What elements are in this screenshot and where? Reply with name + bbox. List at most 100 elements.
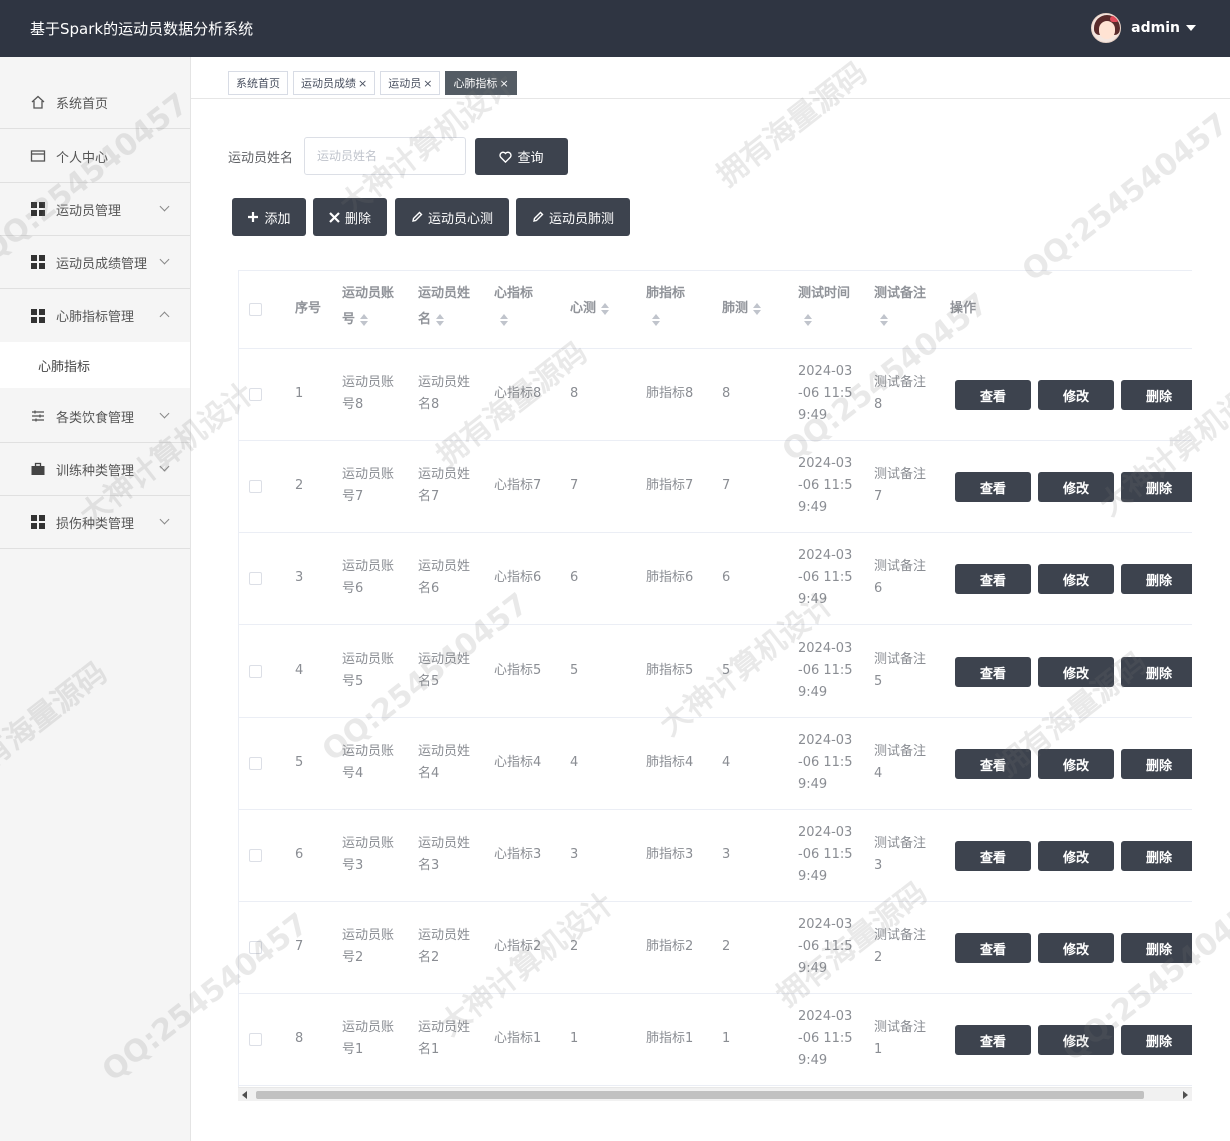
sidebar-item-injury[interactable]: 损伤种类管理: [0, 496, 190, 549]
row-delete-button[interactable]: 删除: [1121, 933, 1192, 963]
cell-test-note: 测试备注 6: [874, 559, 927, 596]
row-checkbox[interactable]: [249, 849, 262, 862]
sidebar-item-label: 各类饮食管理: [56, 410, 135, 426]
sidebar-item-diet[interactable]: 各类饮食管理: [0, 390, 190, 443]
cell-test-time: 2024-03 -06 11:5 9:49: [798, 548, 853, 607]
select-all-checkbox[interactable]: [249, 303, 262, 316]
lung-test-button[interactable]: 运动员肺测: [516, 198, 630, 236]
cell-lung-test: 6: [722, 570, 731, 585]
row-delete-button[interactable]: 删除: [1121, 749, 1192, 779]
user-menu[interactable]: admin: [1091, 13, 1196, 43]
cell-name: 运动员姓 名6: [418, 559, 471, 596]
view-button[interactable]: 查看: [955, 749, 1031, 779]
row-checkbox[interactable]: [249, 941, 262, 954]
col-heart-index[interactable]: 心指标: [494, 281, 533, 333]
cell-test-note: 测试备注 8: [874, 375, 927, 412]
cell-lung-test: 8: [722, 386, 731, 401]
row-delete-button[interactable]: 删除: [1121, 657, 1192, 687]
cell-lung-test: 4: [722, 755, 731, 770]
close-icon[interactable]: ×: [358, 77, 367, 90]
search-button[interactable]: 查询: [475, 138, 568, 175]
edit-button[interactable]: 修改: [1038, 564, 1114, 594]
cell-name: 运动员姓 名7: [418, 467, 471, 504]
col-account[interactable]: 运动员账号: [342, 281, 394, 333]
username[interactable]: admin: [1131, 20, 1180, 36]
col-test-time[interactable]: 测试时间: [798, 281, 850, 333]
edit-button[interactable]: 修改: [1038, 841, 1114, 871]
search-input[interactable]: [304, 137, 466, 175]
col-name[interactable]: 运动员姓名: [418, 281, 470, 333]
heart-test-button[interactable]: 运动员心测: [395, 198, 509, 236]
sort-icon: [803, 313, 813, 326]
cell-index: 5: [295, 755, 304, 770]
cell-account: 运动员账 号2: [342, 928, 395, 965]
row-delete-button[interactable]: 删除: [1121, 380, 1192, 410]
edit-button[interactable]: 修改: [1038, 749, 1114, 779]
cell-heart-index: 心指标7: [494, 478, 542, 493]
close-icon[interactable]: ×: [499, 77, 508, 90]
caret-down-icon[interactable]: [1186, 25, 1196, 31]
row-checkbox[interactable]: [249, 665, 262, 678]
table-row: 3 运动员账 号6 运动员姓 名6 心指标6 6 肺指标6 6 2024-03 -06 11:5 9:…: [239, 533, 1192, 625]
table-row: 8 运动员账 号1 运动员姓 名1 心指标1 1 肺指标1 1 2024-03 -06 11:5 9:…: [239, 994, 1192, 1086]
tab-cardio-index[interactable]: 心肺指标 ×: [445, 71, 517, 95]
cell-lung-index: 肺指标4: [646, 755, 694, 770]
row-delete-button[interactable]: 删除: [1121, 472, 1192, 502]
add-button[interactable]: 添加: [232, 198, 306, 236]
view-button[interactable]: 查看: [955, 657, 1031, 687]
edit-button[interactable]: 修改: [1038, 1025, 1114, 1055]
cell-heart-index: 心指标5: [494, 663, 542, 678]
edit-button[interactable]: 修改: [1038, 657, 1114, 687]
tab-athlete-scores[interactable]: 运动员成绩 ×: [293, 71, 376, 95]
view-button[interactable]: 查看: [955, 564, 1031, 594]
tab-athletes[interactable]: 运动员 ×: [380, 71, 441, 95]
edit-button[interactable]: 修改: [1038, 933, 1114, 963]
view-button[interactable]: 查看: [955, 841, 1031, 871]
row-delete-button[interactable]: 删除: [1121, 564, 1192, 594]
edit-button[interactable]: 修改: [1038, 472, 1114, 502]
cell-test-time: 2024-03 -06 11:5 9:49: [798, 733, 853, 792]
row-checkbox[interactable]: [249, 388, 262, 401]
avatar[interactable]: [1091, 13, 1122, 43]
col-lung-test[interactable]: 肺测: [722, 296, 762, 322]
col-lung-index[interactable]: 肺指标: [646, 281, 685, 333]
view-button[interactable]: 查看: [955, 472, 1031, 502]
view-button[interactable]: 查看: [955, 933, 1031, 963]
tab-home[interactable]: 系统首页: [228, 71, 288, 95]
col-heart-test[interactable]: 心测: [570, 296, 610, 322]
sort-icon: [651, 313, 661, 326]
sidebar-item-scores[interactable]: 运动员成绩管理: [0, 236, 190, 289]
cell-heart-test: 1: [570, 1031, 579, 1046]
delete-button[interactable]: 删除: [313, 198, 387, 236]
cell-heart-index: 心指标2: [494, 939, 542, 954]
sidebar-item-cardio[interactable]: 心肺指标管理: [0, 289, 190, 342]
row-checkbox[interactable]: [249, 572, 262, 585]
sidebar-item-training[interactable]: 训练种类管理: [0, 443, 190, 496]
cell-test-note: 测试备注 7: [874, 467, 927, 504]
row-checkbox[interactable]: [249, 1033, 262, 1046]
view-button[interactable]: 查看: [955, 380, 1031, 410]
col-actions: 操作: [950, 301, 977, 316]
cell-index: 7: [295, 939, 304, 954]
sort-icon: [879, 313, 889, 326]
scrollbar-thumb[interactable]: [256, 1091, 1144, 1099]
row-delete-button[interactable]: 删除: [1121, 1025, 1192, 1055]
sidebar-item-athletes[interactable]: 运动员管理: [0, 183, 190, 236]
pencil-icon: [412, 211, 423, 222]
sidebar-item-profile[interactable]: 个人中心: [0, 130, 190, 183]
data-table: 序号 运动员账号 运动员姓名 心指标 心测 肺指标 肺测 测试时间 测试备注 操…: [238, 270, 1192, 1101]
edit-button[interactable]: 修改: [1038, 380, 1114, 410]
row-checkbox[interactable]: [249, 757, 262, 770]
sidebar-item-home[interactable]: 系统首页: [0, 76, 190, 129]
col-test-note[interactable]: 测试备注: [874, 281, 926, 333]
row-delete-button[interactable]: 删除: [1121, 841, 1192, 871]
pencil-icon: [533, 211, 544, 222]
horizontal-scrollbar[interactable]: [238, 1087, 1192, 1101]
sidebar-subitem-cardio-index[interactable]: 心肺指标: [0, 342, 190, 388]
close-icon[interactable]: ×: [423, 77, 432, 90]
view-button[interactable]: 查看: [955, 1025, 1031, 1055]
row-checkbox[interactable]: [249, 480, 262, 493]
scroll-right-icon[interactable]: [1183, 1091, 1188, 1099]
scroll-left-icon[interactable]: [242, 1091, 247, 1099]
briefcase-icon: [30, 461, 46, 477]
